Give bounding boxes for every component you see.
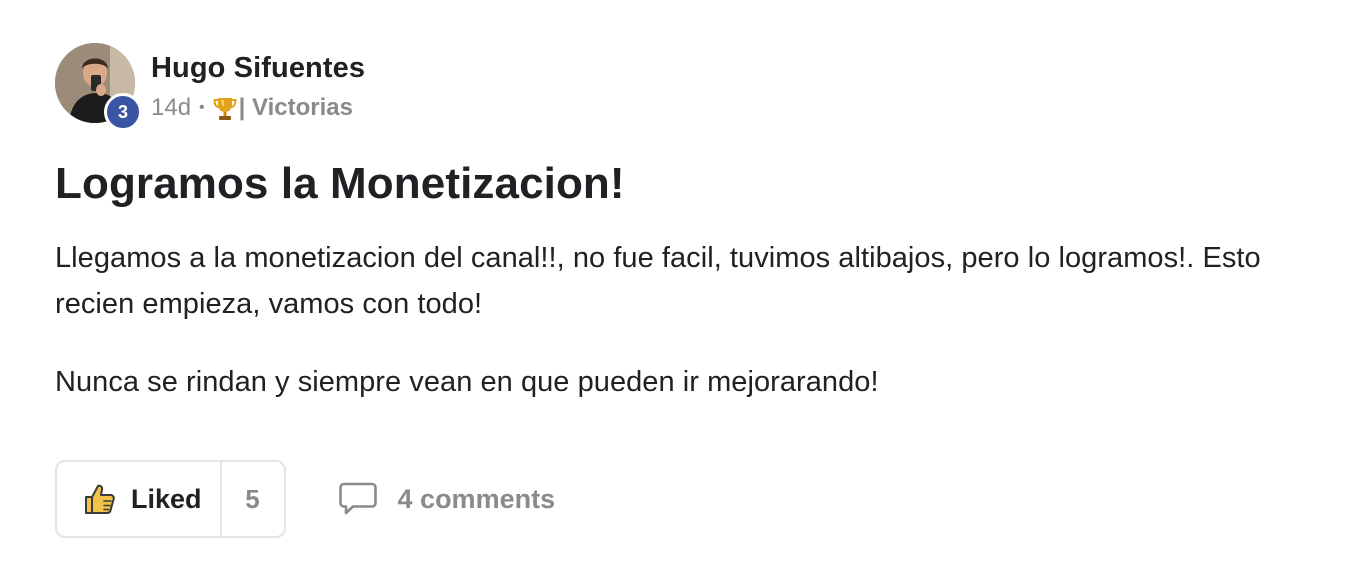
comment-bubble-icon xyxy=(338,482,377,515)
author-meta: Hugo Sifuentes 14d • | Victorias xyxy=(151,43,365,123)
like-group: Liked 5 xyxy=(55,460,286,538)
post-paragraph: Nunca se rindan y siempre vean en que pu… xyxy=(55,366,879,398)
comments-count-label: 4 comments xyxy=(397,483,556,514)
post-header: 3 Hugo Sifuentes 14d • | Victorias xyxy=(55,43,1325,131)
avatar-container[interactable]: 3 xyxy=(55,43,142,131)
post-title[interactable]: Logramos la Monetizacion! xyxy=(55,157,1325,211)
thumbs-up-icon xyxy=(85,484,115,514)
post-paragraph: Llegamos a la monetizacion del canal!!, … xyxy=(55,242,1261,320)
trophy-icon xyxy=(213,95,237,121)
level-badge: 3 xyxy=(104,93,142,131)
author-name[interactable]: Hugo Sifuentes xyxy=(151,51,365,85)
post-meta-line: 14d • | Victorias xyxy=(151,93,365,123)
post-category-link[interactable]: | Victorias xyxy=(239,93,353,123)
post-time: 14d xyxy=(151,94,192,121)
post-card: 3 Hugo Sifuentes 14d • | Victorias Logra… xyxy=(55,43,1325,437)
post-actions: Liked 5 4 comments xyxy=(55,460,555,538)
like-count[interactable]: 5 xyxy=(222,462,284,536)
like-label: Liked xyxy=(131,483,202,514)
meta-separator: • xyxy=(199,99,205,116)
comments-button[interactable]: 4 comments xyxy=(338,481,556,517)
like-button[interactable]: Liked xyxy=(57,462,222,536)
post-body: Llegamos a la monetizacion del canal!!, … xyxy=(55,235,1325,405)
